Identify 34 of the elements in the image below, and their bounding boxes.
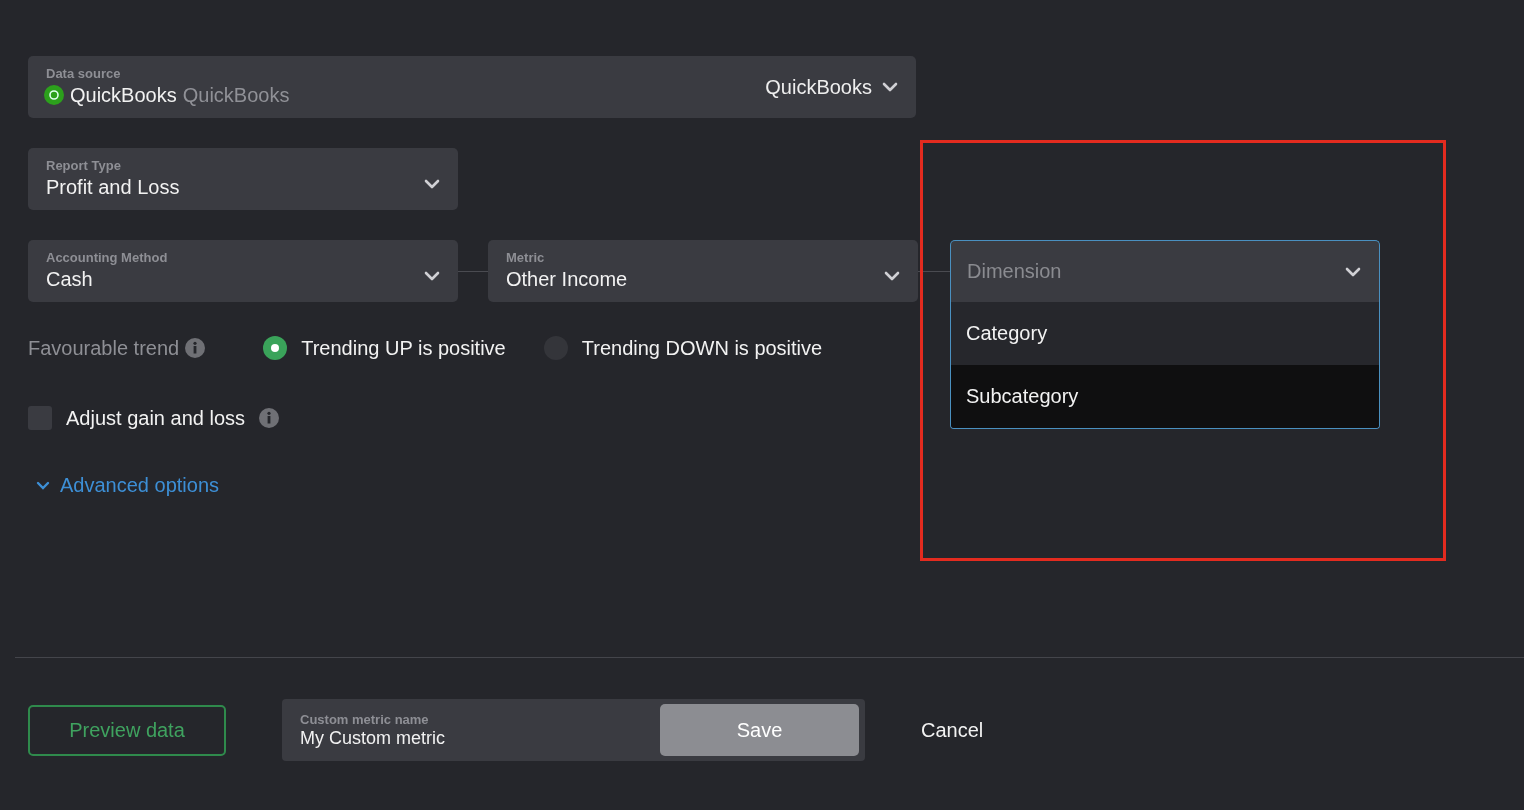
field-label: Report Type xyxy=(46,158,122,174)
chevron-icon xyxy=(424,179,440,189)
chevron-icon xyxy=(882,82,898,92)
field-label: Metric xyxy=(506,250,546,266)
metric-select[interactable]: Metric Other Income xyxy=(488,240,918,302)
preview-data-button[interactable]: Preview data xyxy=(28,704,226,756)
radio-option[interactable]: Trending UP is positive xyxy=(263,336,506,360)
field-value: Profit and Loss xyxy=(46,175,180,200)
info-icon xyxy=(185,338,206,358)
report-type-select[interactable]: Report Type Profit and Loss xyxy=(28,148,458,210)
checkbox-label: Adjust gain and loss xyxy=(66,406,245,430)
field-label: Accounting Method xyxy=(46,250,168,266)
chevron-icon xyxy=(424,271,440,281)
info-icon xyxy=(259,408,279,428)
field-value: Other Income xyxy=(506,267,628,292)
field-value: QuickBooks xyxy=(70,83,177,108)
chevron-icon xyxy=(36,481,50,490)
cancel-button[interactable]: Cancel xyxy=(921,718,984,742)
dropdown-option[interactable]: Subcategory xyxy=(951,365,1379,428)
radio-button[interactable] xyxy=(263,336,288,360)
radio-option[interactable]: Trending DOWN is positive xyxy=(543,336,823,360)
field-label: Data source xyxy=(46,66,122,82)
chevron-icon xyxy=(884,271,900,281)
accounting-method-select[interactable]: Accounting Method Cash xyxy=(28,240,458,302)
source-type: QuickBooks xyxy=(182,83,290,108)
trend-label: Favourable trend xyxy=(28,336,180,360)
chevron-icon xyxy=(1345,266,1361,277)
quickbooks-logo-icon xyxy=(44,85,64,105)
advanced-options-toggle[interactable]: Advanced options xyxy=(36,474,219,497)
metric-name-input[interactable]: My Custom metric xyxy=(300,727,620,749)
field-label: Custom metric name xyxy=(300,711,430,728)
field-value: Cash xyxy=(46,267,94,292)
data-source-select[interactable]: Data source QuickBooks QuickBooks QuickBooks xyxy=(28,56,916,118)
selector-value: QuickBooks xyxy=(765,75,872,99)
